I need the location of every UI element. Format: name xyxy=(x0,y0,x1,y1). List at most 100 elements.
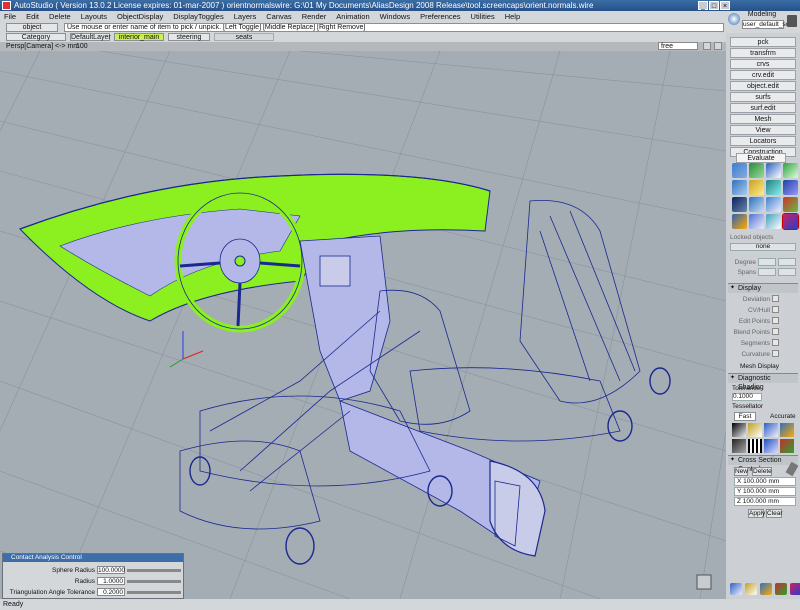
cross-section-header[interactable]: Cross Section Control xyxy=(728,455,798,473)
viewport-close-icon[interactable] xyxy=(714,42,722,50)
menu-help[interactable]: Help xyxy=(505,11,520,23)
shelf-icon-1[interactable] xyxy=(730,583,742,595)
menu-edit[interactable]: Edit xyxy=(26,11,39,23)
dimension-icon[interactable] xyxy=(766,197,781,212)
menu-layers[interactable]: Layers xyxy=(234,11,257,23)
measure-icon[interactable] xyxy=(732,180,747,195)
diagnostic-shading-header[interactable]: Diagnostic Shading xyxy=(728,373,798,391)
triangulation-field[interactable]: 0.2000 xyxy=(97,588,125,596)
new-section-button[interactable]: New xyxy=(734,467,748,476)
user-name-field[interactable]: user_default_scm xyxy=(742,20,794,29)
center-console[interactable] xyxy=(299,235,546,557)
accurate-radio[interactable]: Accurate xyxy=(770,413,796,420)
x-section-field[interactable]: X 100.000 mm xyxy=(734,477,796,486)
cvhull-checkbox[interactable] xyxy=(772,306,779,313)
fast-radio[interactable]: Fast xyxy=(734,412,756,421)
menu-delete[interactable]: Delete xyxy=(49,11,71,23)
menu-file[interactable]: File xyxy=(4,11,16,23)
triangulation-slider[interactable] xyxy=(127,591,181,594)
deviation-icon[interactable] xyxy=(749,163,764,178)
shelf-icon-2[interactable] xyxy=(745,583,757,595)
menu-canvas[interactable]: Canvas xyxy=(266,11,291,23)
contact-icon[interactable] xyxy=(749,214,764,229)
segments-checkbox[interactable] xyxy=(772,339,779,346)
shade-multicolor-icon[interactable] xyxy=(732,423,746,437)
prompt-line[interactable]: Use mouse or enter name of item to pick … xyxy=(64,23,724,32)
layer-category[interactable]: Category xyxy=(6,33,66,41)
highlight-icon[interactable] xyxy=(749,180,764,195)
layer-steering[interactable]: steering xyxy=(168,33,210,41)
menu-preferences[interactable]: Preferences xyxy=(420,11,460,23)
menu-layouts[interactable]: Layouts xyxy=(81,11,107,23)
section-icon[interactable] xyxy=(783,180,798,195)
camera-mode-field[interactable]: free xyxy=(658,42,698,50)
tab-crv-edit[interactable]: crv.edit xyxy=(730,70,796,80)
locked-objects-field[interactable]: none xyxy=(730,243,796,251)
sphere-radius-slider[interactable] xyxy=(127,569,181,572)
menu-render[interactable]: Render xyxy=(302,11,327,23)
tolerance-field[interactable]: 0.1000 xyxy=(732,393,762,401)
layer-default[interactable]: DefaultLayer xyxy=(70,33,111,41)
radius-field[interactable]: 1.0000 xyxy=(97,577,125,585)
tab-crvs[interactable]: crvs xyxy=(730,59,796,69)
editpoints-checkbox[interactable] xyxy=(772,317,779,324)
sphere-radius-field[interactable]: 100.0000 xyxy=(97,566,125,574)
menu-utilities[interactable]: Utilities xyxy=(471,11,495,23)
tab-view[interactable]: View xyxy=(730,125,796,135)
zebra-icon[interactable] xyxy=(766,180,781,195)
surface-curvature-icon[interactable] xyxy=(782,213,799,230)
shelf-icon-3[interactable] xyxy=(760,583,772,595)
shade-horizon-icon[interactable] xyxy=(764,439,778,453)
y-section-field[interactable]: Y 100.000 mm xyxy=(734,487,796,496)
viewport-maximize-icon[interactable] xyxy=(703,42,711,50)
display-section-header[interactable]: Display xyxy=(728,283,798,293)
menu-objectdisplay[interactable]: ObjectDisplay xyxy=(117,11,163,23)
spans-field[interactable] xyxy=(758,268,776,276)
shelf-icon-4[interactable] xyxy=(775,583,787,595)
minimize-button[interactable]: _ xyxy=(698,1,708,10)
deviation-checkbox[interactable] xyxy=(772,295,779,302)
tab-mesh[interactable]: Mesh xyxy=(730,114,796,124)
tab-object-edit[interactable]: object.edit xyxy=(730,81,796,91)
tab-surf-edit[interactable]: surf.edit xyxy=(730,103,796,113)
shade-gold-icon[interactable] xyxy=(748,423,762,437)
pick-object-button[interactable]: object xyxy=(6,23,58,32)
menu-displaytoggles[interactable]: DisplayToggles xyxy=(173,11,223,23)
view-cube-icon[interactable] xyxy=(696,574,712,590)
close-button[interactable]: × xyxy=(720,1,730,10)
apply-button[interactable]: Apply xyxy=(748,509,765,518)
tab-surfs[interactable]: surfs xyxy=(730,92,796,102)
shade-orange-icon[interactable] xyxy=(780,423,794,437)
blendpoints-checkbox[interactable] xyxy=(772,328,779,335)
curvature-icon[interactable] xyxy=(732,163,747,178)
maximize-button[interactable]: □ xyxy=(709,1,719,10)
shading-icon[interactable] xyxy=(783,197,798,212)
degree-field-2[interactable] xyxy=(778,258,796,266)
tab-locators[interactable]: Locators xyxy=(730,136,796,146)
shade-zebra-icon[interactable] xyxy=(748,439,762,453)
spans-field-2[interactable] xyxy=(778,268,796,276)
viewport-canvas[interactable] xyxy=(0,51,726,599)
shade-blue-icon[interactable] xyxy=(764,423,778,437)
layer-seats[interactable]: seats xyxy=(214,33,274,41)
z-section-field[interactable]: Z 100.000 mm xyxy=(734,497,796,506)
menu-animation[interactable]: Animation xyxy=(336,11,369,23)
degree-field[interactable] xyxy=(758,258,776,266)
shelf-icon-5[interactable] xyxy=(790,583,800,595)
perspective-viewport[interactable] xyxy=(0,51,726,599)
tab-transfrm[interactable]: transfrm xyxy=(730,48,796,58)
shade-curvature-icon[interactable] xyxy=(780,439,794,453)
shade-gray-icon[interactable] xyxy=(732,439,746,453)
radius-slider[interactable] xyxy=(127,580,181,583)
clear-button[interactable]: Clear xyxy=(766,509,783,518)
continuity-icon[interactable] xyxy=(766,163,781,178)
tab-pck[interactable]: pck xyxy=(730,37,796,47)
curvature-checkbox[interactable] xyxy=(772,350,779,357)
mass-icon[interactable] xyxy=(732,197,747,212)
mesh-display-label[interactable]: Mesh Display xyxy=(740,363,779,370)
draft-icon[interactable] xyxy=(783,163,798,178)
delete-section-button[interactable]: Delete xyxy=(752,467,772,476)
tab-evaluate[interactable]: Evaluate xyxy=(736,153,786,163)
locator-icon[interactable] xyxy=(749,197,764,212)
trash-icon[interactable] xyxy=(787,15,797,27)
